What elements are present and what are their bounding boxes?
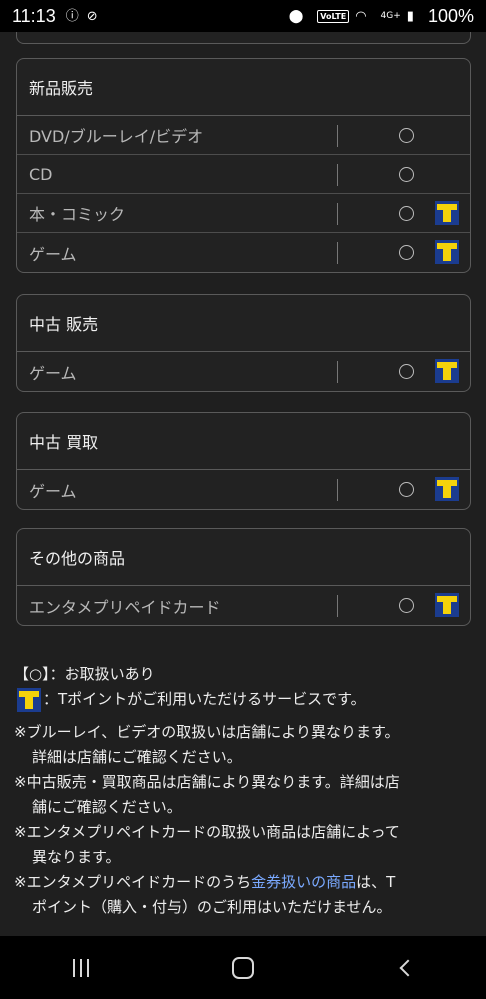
recent-apps-icon — [73, 958, 89, 977]
legend-tpoint-line: ：Tポイントがご利用いただけるサービスです。 — [14, 687, 366, 712]
note-text: 詳細は店舗にご確認ください。 — [32, 747, 242, 766]
note-prefix: ※エンタメプリペイドカードのうち — [14, 872, 252, 891]
voucher-products-link[interactable]: 金券扱いの商品 — [251, 873, 356, 891]
note-text: 舗にご確認ください。 — [32, 797, 182, 816]
legend-tpoint-text: ：Tポイントがご利用いただけるサービスです。 — [43, 690, 366, 708]
legend-notes: 【○】：お取扱いあり ：Tポイントがご利用いただけるサービスです。 ※ブルーレイ… — [14, 662, 474, 920]
row-label: CD — [29, 164, 53, 184]
note-text: ※ブルーレイ、ビデオの取扱いは店舗により異なります。 — [14, 722, 400, 741]
divider — [337, 203, 338, 225]
divider — [337, 479, 338, 501]
section-other-products: その他の商品 エンタメプリペイドカード — [16, 528, 471, 626]
status-right: ⬤ VoLTE ◠ 4G+ ▮ 100% — [289, 6, 474, 27]
note-text: ※エンタメプリペイトカードの取扱い商品は店舗によって — [14, 822, 400, 841]
row-label: ゲーム — [29, 481, 77, 501]
location-icon: ⬤ — [288, 8, 304, 24]
section-title: 新品販売 — [17, 59, 470, 116]
back-icon — [399, 959, 417, 976]
status-bar: 11:13 ⓘ ⊘ ⬤ VoLTE ◠ 4G+ ▮ 100% — [0, 0, 486, 32]
info-icon: ⓘ — [65, 8, 79, 24]
available-circle-icon — [399, 245, 414, 260]
recent-apps-button[interactable] — [51, 948, 111, 988]
tpoint-logo-icon — [435, 201, 459, 225]
table-row: ゲーム — [17, 352, 470, 391]
available-circle-icon — [399, 206, 414, 221]
status-time: 11:13 — [12, 5, 56, 26]
wifi-icon: ◠ — [355, 8, 367, 24]
divider — [337, 595, 338, 617]
do-not-disturb-icon: ⊘ — [86, 8, 98, 24]
row-label: ゲーム — [29, 244, 77, 264]
divider — [337, 164, 338, 186]
tpoint-logo-icon — [435, 593, 459, 617]
row-label: エンタメプリペイドカード — [29, 597, 221, 617]
section-title: 中古 販売 — [17, 295, 470, 352]
available-circle-icon — [399, 128, 414, 143]
table-row: DVD/ブルーレイ/ビデオ — [17, 116, 470, 155]
tpoint-logo-icon — [435, 477, 459, 501]
divider — [337, 361, 338, 383]
back-button[interactable] — [375, 948, 435, 988]
row-label: ゲーム — [29, 363, 77, 383]
note-suffix: は、T — [356, 872, 396, 891]
section-used-sales: 中古 販売 ゲーム — [16, 294, 471, 392]
tpoint-logo-icon — [435, 359, 459, 383]
previous-card-edge — [16, 32, 471, 44]
tpoint-logo-icon — [17, 687, 41, 712]
section-new-sales: 新品販売 DVD/ブルーレイ/ビデオ CD 本・コミック ゲーム — [16, 58, 471, 273]
note-text: ポイント（購入・付与）のご利用はいただけません。 — [32, 897, 392, 916]
table-row: ゲーム — [17, 470, 470, 509]
section-title: 中古 買取 — [17, 413, 470, 470]
table-row: CD — [17, 155, 470, 194]
battery-level: 100% — [427, 5, 474, 26]
table-row: 本・コミック — [17, 194, 470, 233]
available-circle-icon — [399, 364, 414, 379]
navigation-bar — [0, 936, 486, 999]
volte-icon: VoLTE — [317, 9, 350, 23]
row-label: 本・コミック — [29, 205, 126, 224]
section-title: その他の商品 — [17, 529, 470, 586]
content-area[interactable]: 新品販売 DVD/ブルーレイ/ビデオ CD 本・コミック ゲーム 中古 販売 ゲ… — [0, 32, 486, 936]
note-text: ※中古販売・買取商品は店舗により異なります。詳細は店 — [14, 772, 400, 791]
divider — [337, 125, 338, 147]
divider — [337, 242, 338, 264]
available-circle-icon — [399, 167, 414, 182]
legend-circle-line: 【○】：お取扱いあり — [14, 665, 155, 683]
tpoint-logo-icon — [435, 240, 459, 264]
row-label: DVD/ブルーレイ/ビデオ — [29, 127, 204, 146]
note-text: ※エンタメプリペイドカードのうち金券扱いの商品は、T — [14, 870, 474, 895]
available-circle-icon — [399, 482, 414, 497]
home-icon — [232, 956, 254, 979]
home-button[interactable] — [213, 948, 273, 988]
note-text: 異なります。 — [32, 847, 121, 866]
network-type: 4G+ — [380, 10, 401, 21]
table-row: エンタメプリペイドカード — [17, 586, 470, 625]
table-row: ゲーム — [17, 233, 470, 272]
signal-icon: ▮ — [406, 8, 414, 24]
available-circle-icon — [399, 598, 414, 613]
section-used-buyback: 中古 買取 ゲーム — [16, 412, 471, 510]
